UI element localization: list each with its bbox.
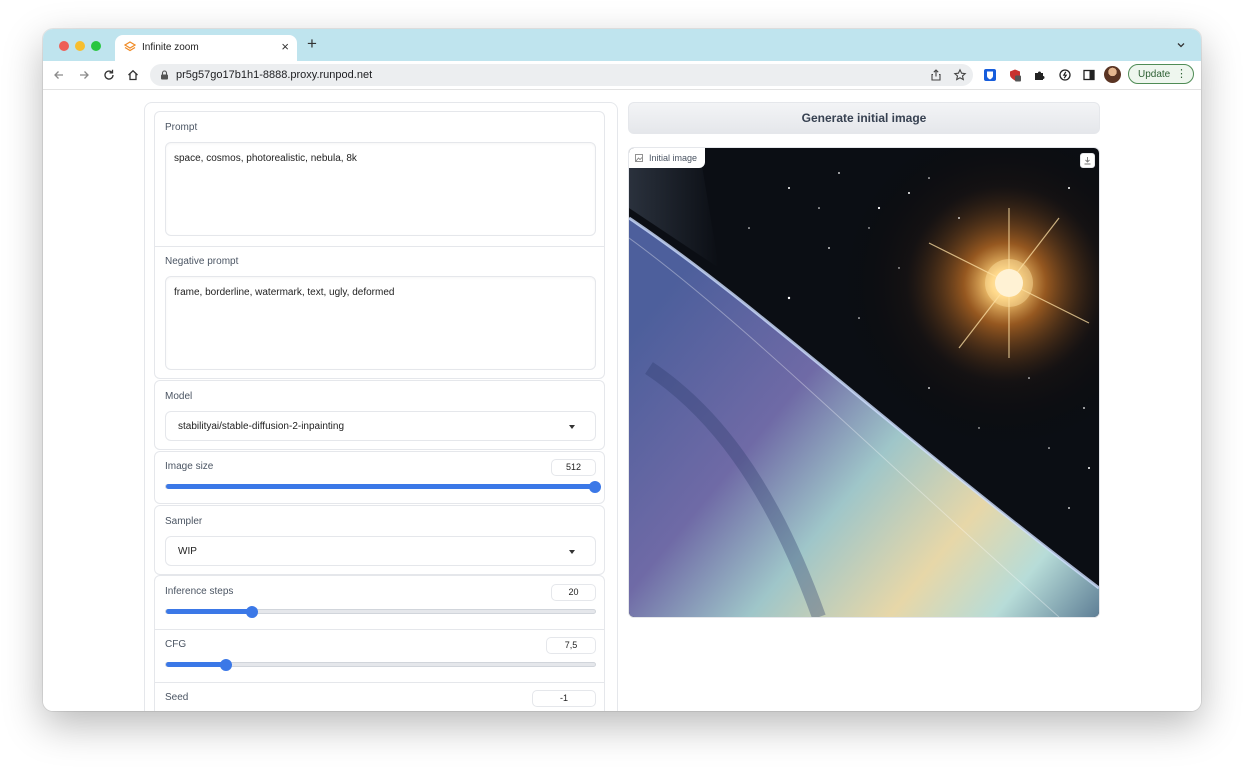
download-icon: [1084, 157, 1091, 165]
initial-image: [629, 148, 1099, 617]
tab-close-icon[interactable]: ×: [281, 39, 289, 54]
seed-label: Seed: [165, 692, 189, 703]
sidepanel-icon[interactable]: [1082, 68, 1096, 82]
settings-panel: Prompt space, cosmos, photorealistic, ne…: [144, 102, 618, 711]
image-size-group: Image size 512: [154, 451, 605, 504]
address-bar[interactable]: pr5g57go17b1h1-8888.proxy.runpod.net: [150, 64, 973, 86]
model-select[interactable]: stabilityai/stable-diffusion-2-inpaintin…: [165, 411, 596, 441]
tab-bar: Infinite zoom × +: [43, 29, 1201, 61]
negative-prompt-input[interactable]: frame, borderline, watermark, text, ugly…: [165, 276, 596, 370]
reload-icon[interactable]: [102, 68, 116, 82]
star-icon[interactable]: [953, 68, 967, 82]
layers-icon: [124, 41, 136, 52]
image-size-slider[interactable]: [165, 481, 601, 493]
profile-avatar[interactable]: [1104, 66, 1121, 83]
inference-steps-slider[interactable]: [165, 606, 596, 618]
chevron-down-icon: [569, 425, 575, 429]
model-group: Model stabilityai/stable-diffusion-2-inp…: [154, 380, 605, 450]
cfg-slider-fill: [166, 662, 227, 667]
more-menu-icon[interactable]: ⋮: [1176, 67, 1187, 80]
forward-icon[interactable]: [77, 68, 91, 82]
lock-icon: [161, 70, 168, 80]
generate-initial-image-button[interactable]: Generate initial image: [628, 102, 1100, 134]
seed-input[interactable]: -1: [532, 690, 596, 707]
cfg-slider-thumb[interactable]: [220, 659, 233, 671]
prompt-label: Prompt: [165, 122, 198, 133]
page-content: Prompt space, cosmos, photorealistic, ne…: [43, 90, 1201, 711]
tab-title: Infinite zoom: [142, 42, 199, 53]
update-button[interactable]: Update ⋮: [1128, 64, 1194, 84]
cfg-label: CFG: [165, 639, 187, 650]
image-label: Initial image: [629, 148, 706, 168]
share-icon[interactable]: [929, 68, 943, 82]
close-window-button[interactable]: [59, 41, 69, 51]
image-icon: [635, 154, 643, 162]
puzzle-icon[interactable]: [1033, 68, 1047, 82]
browser-toolbar: pr5g57go17b1h1-8888.proxy.runpod.net: [43, 61, 1201, 90]
image-size-slider-fill: [166, 484, 595, 489]
prompt-input[interactable]: space, cosmos, photorealistic, nebula, 8…: [165, 142, 596, 236]
negative-prompt-label: Negative prompt: [165, 256, 239, 267]
model-label: Model: [165, 391, 193, 402]
chevron-down-icon[interactable]: [1175, 39, 1187, 51]
prompt-group: Prompt space, cosmos, photorealistic, ne…: [154, 111, 605, 379]
bitwarden-icon[interactable]: [983, 68, 997, 82]
update-label: Update: [1138, 69, 1171, 80]
cfg-input[interactable]: 7,5: [546, 637, 596, 654]
new-tab-icon[interactable]: +: [307, 34, 317, 54]
image-size-input[interactable]: 512: [551, 459, 596, 476]
prompt-divider: [155, 246, 604, 247]
inference-steps-label: Inference steps: [165, 586, 234, 597]
inference-steps-slider-fill: [166, 609, 252, 614]
initial-image-container: Initial image: [628, 147, 1100, 618]
minimize-window-button[interactable]: [75, 41, 85, 51]
params-divider-1: [155, 629, 604, 630]
url-text: pr5g57go17b1h1-8888.proxy.runpod.net: [176, 69, 373, 81]
tab-infinite-zoom[interactable]: Infinite zoom ×: [115, 35, 297, 61]
extension-icon[interactable]: [1008, 68, 1022, 82]
sampler-label: Sampler: [165, 516, 203, 527]
image-size-slider-thumb[interactable]: [589, 481, 601, 493]
back-icon[interactable]: [52, 68, 66, 82]
cfg-slider[interactable]: [165, 659, 596, 671]
sampler-select-value: WIP: [178, 546, 197, 557]
browser-window: Infinite zoom × + pr5g57go17b1h1-8888.pr…: [43, 29, 1201, 711]
sampler-group: Sampler WIP: [154, 505, 605, 575]
inference-steps-input[interactable]: 20: [551, 584, 596, 601]
image-size-label: Image size: [165, 461, 214, 472]
home-icon[interactable]: [126, 68, 140, 82]
sampler-select[interactable]: WIP: [165, 536, 596, 566]
generation-params-group: Inference steps 20 CFG 7,5 Seed -1: [154, 575, 605, 711]
download-button[interactable]: [1080, 153, 1095, 168]
sync-icon[interactable]: [1058, 68, 1072, 82]
image-label-text: Initial image: [649, 153, 698, 163]
inference-steps-slider-thumb[interactable]: [245, 606, 258, 618]
chevron-down-icon: [569, 550, 575, 554]
model-select-value: stabilityai/stable-diffusion-2-inpaintin…: [178, 421, 345, 432]
params-divider-2: [155, 682, 604, 683]
zoom-window-button[interactable]: [91, 41, 101, 51]
